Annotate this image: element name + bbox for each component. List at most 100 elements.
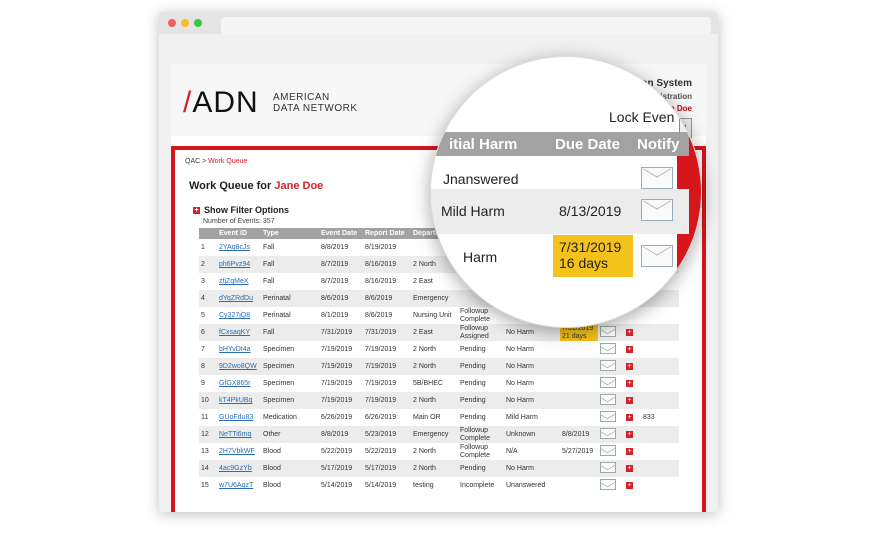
event-date: 8/1/2019 [321, 312, 349, 319]
add-icon[interactable]: + [626, 482, 633, 489]
add-icon[interactable]: + [626, 448, 633, 455]
event-id-link[interactable]: Cy327jQ8 [217, 307, 261, 324]
email-icon[interactable] [600, 462, 616, 473]
harm-level: Unanswered [506, 482, 546, 489]
due-date [560, 477, 598, 494]
event-date: 5/17/2019 [319, 460, 363, 477]
close-window-button[interactable] [168, 19, 176, 27]
status: Pending [458, 460, 504, 477]
column-header[interactable]: Event ID [217, 228, 261, 239]
table-row[interactable]: 8 9D2wo8QW Specimen 7/19/2019 7/19/2019 2 Nor… [199, 358, 679, 375]
column-header[interactable]: Report Date [363, 228, 411, 239]
row-number: 12 [199, 426, 217, 443]
event-id-link[interactable]: 2H7VbkWF [217, 443, 261, 460]
due-date [560, 375, 598, 392]
table-row[interactable]: 7 bHYvDt4a Specimen 7/19/2019 7/19/2019 2 Nor… [199, 341, 679, 358]
show-filter-toggle[interactable]: + Show Filter Options [193, 205, 289, 215]
email-icon[interactable] [600, 360, 616, 371]
event-id-link[interactable]: bHYvDt4a [217, 341, 261, 358]
add-icon[interactable]: + [626, 346, 633, 353]
add-icon[interactable]: + [626, 397, 633, 404]
event-id-link[interactable]: dYqZRdDu [217, 290, 261, 307]
email-icon[interactable] [600, 445, 616, 456]
event-id-link[interactable]: GfGX865r [217, 375, 261, 392]
event-id-link[interactable]: kT4PkUBq [217, 392, 261, 409]
row-number: 13 [201, 448, 209, 455]
table-row[interactable]: 15 w7U6AqzT Blood 5/14/2019 5/14/2019 testing… [199, 477, 679, 494]
notify-cell [598, 477, 624, 494]
action-cell: + [624, 324, 679, 341]
event-id-link[interactable]: GUoFdu83 [217, 409, 261, 426]
event-id-link[interactable]: w7U6AqzT [217, 477, 261, 494]
add-icon[interactable]: + [626, 414, 633, 421]
department: 2 North [411, 460, 458, 477]
report-date: 5/14/2019 [365, 482, 397, 489]
report-date: 7/19/2019 [365, 346, 397, 353]
column-header[interactable]: Event Date [319, 228, 363, 239]
add-icon[interactable]: + [626, 329, 633, 336]
email-icon[interactable] [600, 479, 616, 490]
department: testing [413, 482, 434, 489]
email-icon[interactable] [600, 394, 616, 405]
magnified-row: Harm 7/31/2019 16 days [431, 235, 689, 280]
table-row[interactable]: 9 GfGX865r Specimen 7/19/2019 7/19/2019 5B/BH… [199, 375, 679, 392]
report-date: 7/31/2019 [363, 324, 411, 341]
status: Pending [458, 358, 504, 375]
event-id-link[interactable]: ph6Pvz94 [217, 256, 261, 273]
notify-cell [598, 409, 624, 426]
email-icon[interactable] [600, 343, 616, 354]
table-row[interactable]: 11 GUoFdu83 Medication 6/26/2019 6/26/2019 Ma… [199, 409, 679, 426]
event-date: 8/7/2019 [319, 256, 363, 273]
lock-icon[interactable]: ⇥ [679, 109, 701, 133]
row-number: 10 [199, 392, 217, 409]
event-date: 5/14/2019 [321, 482, 353, 489]
event-id-link[interactable]: NeTTi6mq [217, 426, 261, 443]
due-date: 8/8/2019 [560, 426, 598, 443]
event-date: 5/22/2019 [321, 448, 353, 455]
email-icon[interactable] [641, 245, 673, 267]
event-type: Specimen [261, 392, 319, 409]
email-icon[interactable] [600, 326, 616, 337]
due-date-value: 7/31/2019 [559, 239, 622, 255]
table-row[interactable]: 6 fCxsaqKY Fall 7/31/2019 7/31/2019 2 East Fol… [199, 324, 679, 341]
add-icon[interactable]: + [626, 431, 633, 438]
harm-level: Mild Harm [506, 414, 538, 421]
row-number: 14 [199, 460, 217, 477]
department: 2 North [411, 358, 458, 375]
minimize-window-button[interactable] [181, 19, 189, 27]
event-id-link[interactable]: 4ac9GzYb [217, 460, 261, 477]
email-icon[interactable] [600, 377, 616, 388]
table-row[interactable]: 12 NeTTi6mq Other 8/8/2019 5/23/2019 Emergenc… [199, 426, 679, 443]
table-row[interactable]: 14 4ac9GzYb Blood 5/17/2019 5/17/2019 2 North… [199, 460, 679, 477]
breadcrumb-root[interactable]: QAC [185, 158, 200, 165]
page-title: Work Queue for Jane Doe [189, 180, 324, 192]
maximize-window-button[interactable] [194, 19, 202, 27]
email-icon[interactable] [600, 428, 616, 439]
status: Pending [460, 379, 486, 387]
add-icon[interactable]: + [626, 380, 633, 387]
email-icon[interactable] [641, 167, 673, 189]
event-id-link[interactable]: 2YAq8cJs [217, 239, 261, 256]
add-icon[interactable]: + [626, 363, 633, 370]
report-date: 5/22/2019 [365, 448, 397, 455]
browser-chrome [159, 12, 718, 34]
row-number: 8 [199, 358, 217, 375]
event-id-link[interactable]: ztjZqMeX [217, 273, 261, 290]
event-id-link[interactable]: fCxsaqKY [217, 324, 261, 341]
column-header-due-date[interactable]: Due Date [555, 136, 620, 153]
harm-value: Mild Harm [441, 203, 505, 219]
action-cell: + [624, 426, 679, 443]
table-row[interactable]: 13 2H7VbkWF Blood 5/22/2019 5/22/2019 2 North… [199, 443, 679, 460]
column-header[interactable]: Type [261, 228, 319, 239]
browser-tab[interactable] [221, 17, 711, 34]
row-number: 3 [201, 278, 205, 285]
event-type: Blood [261, 460, 319, 477]
email-icon[interactable] [641, 199, 673, 221]
email-icon[interactable] [600, 411, 616, 422]
row-number: 1 [201, 244, 205, 251]
table-row[interactable]: 10 kT4PkUBq Specimen 7/19/2019 7/19/2019 2 No… [199, 392, 679, 409]
add-icon[interactable]: + [626, 465, 633, 472]
due-date [560, 341, 598, 358]
event-type: Fall [263, 278, 275, 285]
event-id-link[interactable]: 9D2wo8QW [217, 358, 261, 375]
